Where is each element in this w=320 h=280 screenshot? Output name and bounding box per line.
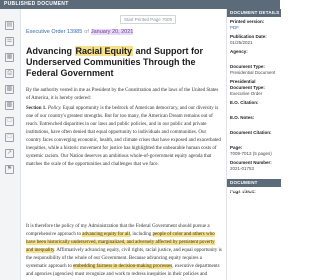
policy-paragraph: It is therefore the policy of my Adminis… — [26, 223, 222, 280]
printed-page-marker: Start Printed Page 7009 — [120, 15, 176, 24]
document-title: Advancing Racial Equity and Support for … — [26, 46, 222, 79]
pdf-icon[interactable]: ▩ — [5, 101, 14, 110]
sidebar-header: DOCUMENT DETAILS — [227, 9, 281, 17]
detail-row: Page: 7009-7013 (5 pages) — [230, 145, 278, 157]
detail-value[interactable] — [230, 55, 278, 61]
detail-row: Presidential Document Type: Executive Or… — [230, 79, 278, 97]
section-1-body: Equal opportunity is the bedrock of Amer… — [26, 106, 221, 167]
detail-row: Printed version: PDF — [230, 19, 278, 31]
detail-row: Document Type: Presidential Document — [230, 64, 278, 76]
detail-row: Agency: — [230, 49, 278, 61]
statistics-header: DOCUMENT STATISTICS — [227, 179, 281, 193]
meta-separator: of — [84, 29, 89, 35]
pdf-link[interactable]: PDF — [230, 25, 278, 31]
calendar-icon[interactable]: ▦ — [5, 53, 14, 62]
detail-row: Document Number: 2021-01753 — [230, 160, 278, 172]
printed-page-label: Start Printed Page 7009 — [124, 17, 173, 22]
doc-icon[interactable]: □ — [5, 133, 14, 142]
flag-icon[interactable]: ⚑ — [5, 165, 14, 174]
detail-row: Document Citation: — [230, 130, 278, 142]
detail-value — [230, 136, 278, 142]
document-date: January 20, 2021 — [90, 29, 134, 35]
document-meta: Executive Order 13985 of January 20, 2021 — [26, 28, 134, 36]
detail-value: 01/25/2021 — [230, 40, 253, 45]
section-1-paragraph: Section 1. Policy. Equal opportunity is … — [26, 105, 222, 169]
detail-value: 7009-7013 (5 pages) — [230, 151, 272, 156]
title-prefix: Advancing — [26, 46, 75, 56]
share-icon[interactable]: ↗ — [5, 149, 14, 158]
executive-order-link[interactable]: Executive Order 13985 — [26, 29, 82, 35]
detail-row: E.O. Citation: — [230, 100, 278, 112]
title-highlight: Racial Equity — [74, 46, 134, 56]
detail-value: Executive Order — [230, 91, 263, 96]
pdf-icon[interactable]: ▩ — [5, 85, 14, 94]
detail-key: Document Citation: — [230, 130, 272, 135]
highlight-advancing-equity: advancing equity for all — [82, 232, 130, 237]
document-main: Start Printed Page 7009 Executive Order … — [24, 9, 224, 280]
detail-key: Presidential Document Type: — [230, 79, 265, 90]
document-icon[interactable]: ▤ — [5, 21, 14, 30]
file-icon[interactable]: □ — [5, 117, 14, 126]
list-icon[interactable]: ☰ — [5, 37, 14, 46]
printer-icon[interactable]: ⎙ — [5, 69, 14, 78]
status-label: PUBLISHED DOCUMENT — [4, 1, 69, 7]
detail-value[interactable] — [230, 121, 278, 127]
highlight-embedding-fairness: embedding fairness in decision-making pr… — [73, 264, 173, 269]
policy-text-b: , including — [129, 232, 153, 237]
detail-value — [230, 106, 278, 112]
detail-value: 2021-01753 — [230, 166, 255, 171]
section-heading: Policy. — [46, 106, 62, 111]
document-status-bar: PUBLISHED DOCUMENT — [0, 0, 280, 9]
detail-value: Presidential Document — [230, 70, 276, 75]
left-toolbar: ▤ ☰ ▦ ⎙ ▩ ▩ □ □ ↗ ⚑ — [0, 9, 21, 280]
detail-row: E.O. Notes: — [230, 115, 278, 127]
sidebar-body: Printed version: PDF Publication Date: 0… — [227, 17, 281, 177]
authority-paragraph: By the authority vested in me as Preside… — [26, 88, 219, 101]
document-details-sidebar: DOCUMENT DETAILS Printed version: PDF Pu… — [226, 9, 281, 280]
section-number: Section 1. — [26, 106, 47, 111]
detail-row: Publication Date: 01/25/2021 — [230, 34, 278, 46]
stat-value — [230, 195, 278, 201]
